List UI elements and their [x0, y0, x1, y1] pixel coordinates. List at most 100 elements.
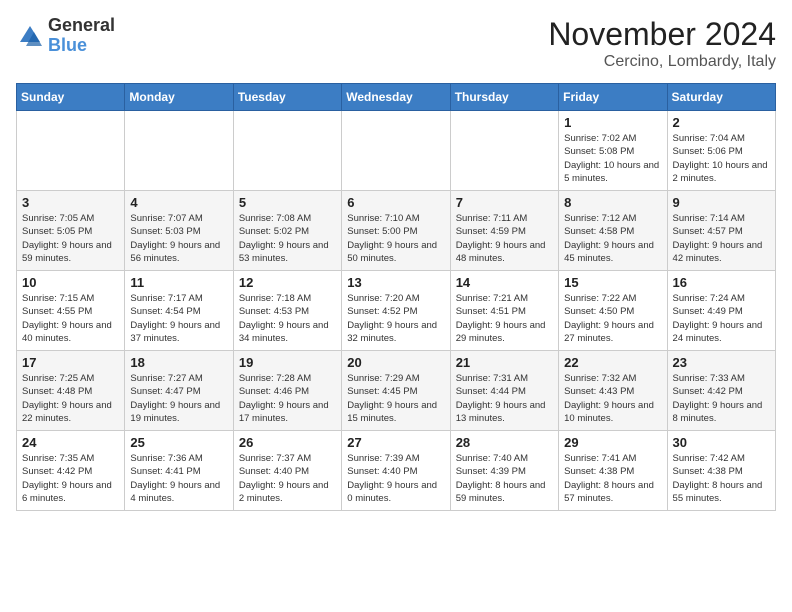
day-number: 10 — [22, 275, 119, 290]
header: General Blue November 2024 Cercino, Lomb… — [16, 16, 776, 71]
day-number: 9 — [673, 195, 770, 210]
day-info: Sunrise: 7:27 AM Sunset: 4:47 PM Dayligh… — [130, 372, 227, 425]
day-info: Sunrise: 7:25 AM Sunset: 4:48 PM Dayligh… — [22, 372, 119, 425]
logo-text-general: General — [48, 15, 115, 35]
calendar-cell — [125, 111, 233, 191]
week-row-1: 3 Sunrise: 7:05 AM Sunset: 5:05 PM Daylig… — [17, 191, 776, 271]
month-title: November 2024 — [548, 16, 776, 53]
calendar-cell: 17 Sunrise: 7:25 AM Sunset: 4:48 PM Dayli… — [17, 351, 125, 431]
header-day-thursday: Thursday — [450, 84, 558, 111]
calendar-cell: 12Sunrise: 7:18 AM Sunset: 4:53 PM Dayli… — [233, 271, 341, 351]
day-info: Sunrise: 7:02 AM Sunset: 5:08 PM Dayligh… — [564, 132, 661, 185]
location-title: Cercino, Lombardy, Italy — [548, 53, 776, 71]
day-number: 30 — [673, 435, 770, 450]
calendar-cell: 29 Sunrise: 7:41 AM Sunset: 4:38 PM Dayli… — [559, 431, 667, 511]
calendar-cell — [450, 111, 558, 191]
day-number: 29 — [564, 435, 661, 450]
day-info: Sunrise: 7:11 AM Sunset: 4:59 PM Dayligh… — [456, 212, 553, 265]
week-row-2: 10Sunrise: 7:15 AM Sunset: 4:55 PM Dayli… — [17, 271, 776, 351]
calendar-cell: 13 Sunrise: 7:20 AM Sunset: 4:52 PM Dayli… — [342, 271, 450, 351]
calendar-cell: 18 Sunrise: 7:27 AM Sunset: 4:47 PM Dayli… — [125, 351, 233, 431]
day-number: 6 — [347, 195, 444, 210]
calendar-cell: 26 Sunrise: 7:37 AM Sunset: 4:40 PM Dayli… — [233, 431, 341, 511]
day-number: 28 — [456, 435, 553, 450]
header-day-tuesday: Tuesday — [233, 84, 341, 111]
day-number: 27 — [347, 435, 444, 450]
calendar-cell: 24 Sunrise: 7:35 AM Sunset: 4:42 PM Dayli… — [17, 431, 125, 511]
day-number: 24 — [22, 435, 119, 450]
calendar-cell: 7 Sunrise: 7:11 AM Sunset: 4:59 PM Daylig… — [450, 191, 558, 271]
header-day-saturday: Saturday — [667, 84, 775, 111]
day-info: Sunrise: 7:35 AM Sunset: 4:42 PM Dayligh… — [22, 452, 119, 505]
calendar-cell: 16Sunrise: 7:24 AM Sunset: 4:49 PM Dayli… — [667, 271, 775, 351]
week-row-3: 17 Sunrise: 7:25 AM Sunset: 4:48 PM Dayli… — [17, 351, 776, 431]
day-number: 4 — [130, 195, 227, 210]
calendar-cell: 21 Sunrise: 7:31 AM Sunset: 4:44 PM Dayli… — [450, 351, 558, 431]
week-row-4: 24 Sunrise: 7:35 AM Sunset: 4:42 PM Dayli… — [17, 431, 776, 511]
day-number: 22 — [564, 355, 661, 370]
day-number: 11 — [130, 275, 227, 290]
day-info: Sunrise: 7:28 AM Sunset: 4:46 PM Dayligh… — [239, 372, 336, 425]
day-info: Sunrise: 7:08 AM Sunset: 5:02 PM Dayligh… — [239, 212, 336, 265]
header-day-sunday: Sunday — [17, 84, 125, 111]
calendar-cell: 4 Sunrise: 7:07 AM Sunset: 5:03 PM Daylig… — [125, 191, 233, 271]
day-number: 15 — [564, 275, 661, 290]
day-number: 21 — [456, 355, 553, 370]
calendar-cell: 27 Sunrise: 7:39 AM Sunset: 4:40 PM Dayli… — [342, 431, 450, 511]
calendar-cell: 2Sunrise: 7:04 AM Sunset: 5:06 PM Daylig… — [667, 111, 775, 191]
day-number: 16 — [673, 275, 770, 290]
calendar-cell: 9Sunrise: 7:14 AM Sunset: 4:57 PM Daylig… — [667, 191, 775, 271]
calendar-cell: 25Sunrise: 7:36 AM Sunset: 4:41 PM Dayli… — [125, 431, 233, 511]
day-number: 13 — [347, 275, 444, 290]
day-number: 3 — [22, 195, 119, 210]
calendar-cell: 5 Sunrise: 7:08 AM Sunset: 5:02 PM Daylig… — [233, 191, 341, 271]
day-info: Sunrise: 7:10 AM Sunset: 5:00 PM Dayligh… — [347, 212, 444, 265]
calendar-cell: 1 Sunrise: 7:02 AM Sunset: 5:08 PM Daylig… — [559, 111, 667, 191]
logo-text-blue: Blue — [48, 35, 87, 55]
day-info: Sunrise: 7:20 AM Sunset: 4:52 PM Dayligh… — [347, 292, 444, 345]
day-number: 17 — [22, 355, 119, 370]
calendar-cell: 14Sunrise: 7:21 AM Sunset: 4:51 PM Dayli… — [450, 271, 558, 351]
logo: General Blue — [16, 16, 115, 56]
calendar-cell — [17, 111, 125, 191]
day-info: Sunrise: 7:32 AM Sunset: 4:43 PM Dayligh… — [564, 372, 661, 425]
day-info: Sunrise: 7:18 AM Sunset: 4:53 PM Dayligh… — [239, 292, 336, 345]
header-day-friday: Friday — [559, 84, 667, 111]
day-info: Sunrise: 7:22 AM Sunset: 4:50 PM Dayligh… — [564, 292, 661, 345]
day-info: Sunrise: 7:07 AM Sunset: 5:03 PM Dayligh… — [130, 212, 227, 265]
day-info: Sunrise: 7:31 AM Sunset: 4:44 PM Dayligh… — [456, 372, 553, 425]
day-number: 7 — [456, 195, 553, 210]
title-area: November 2024 Cercino, Lombardy, Italy — [548, 16, 776, 71]
calendar-cell: 6 Sunrise: 7:10 AM Sunset: 5:00 PM Daylig… — [342, 191, 450, 271]
day-number: 5 — [239, 195, 336, 210]
week-row-0: 1 Sunrise: 7:02 AM Sunset: 5:08 PM Daylig… — [17, 111, 776, 191]
calendar-cell — [342, 111, 450, 191]
day-number: 2 — [673, 115, 770, 130]
day-number: 1 — [564, 115, 661, 130]
calendar-cell: 11 Sunrise: 7:17 AM Sunset: 4:54 PM Dayli… — [125, 271, 233, 351]
day-number: 23 — [673, 355, 770, 370]
day-info: Sunrise: 7:05 AM Sunset: 5:05 PM Dayligh… — [22, 212, 119, 265]
logo-icon — [16, 22, 44, 50]
header-day-monday: Monday — [125, 84, 233, 111]
calendar-header-row: SundayMondayTuesdayWednesdayThursdayFrid… — [17, 84, 776, 111]
day-info: Sunrise: 7:39 AM Sunset: 4:40 PM Dayligh… — [347, 452, 444, 505]
day-number: 20 — [347, 355, 444, 370]
day-info: Sunrise: 7:41 AM Sunset: 4:38 PM Dayligh… — [564, 452, 661, 505]
day-info: Sunrise: 7:42 AM Sunset: 4:38 PM Dayligh… — [673, 452, 770, 505]
calendar-cell: 15 Sunrise: 7:22 AM Sunset: 4:50 PM Dayli… — [559, 271, 667, 351]
day-info: Sunrise: 7:29 AM Sunset: 4:45 PM Dayligh… — [347, 372, 444, 425]
day-info: Sunrise: 7:21 AM Sunset: 4:51 PM Dayligh… — [456, 292, 553, 345]
day-info: Sunrise: 7:33 AM Sunset: 4:42 PM Dayligh… — [673, 372, 770, 425]
day-info: Sunrise: 7:37 AM Sunset: 4:40 PM Dayligh… — [239, 452, 336, 505]
calendar-cell — [233, 111, 341, 191]
day-number: 8 — [564, 195, 661, 210]
calendar-cell: 23 Sunrise: 7:33 AM Sunset: 4:42 PM Dayli… — [667, 351, 775, 431]
day-info: Sunrise: 7:36 AM Sunset: 4:41 PM Dayligh… — [130, 452, 227, 505]
calendar-cell: 3 Sunrise: 7:05 AM Sunset: 5:05 PM Daylig… — [17, 191, 125, 271]
day-number: 26 — [239, 435, 336, 450]
day-number: 18 — [130, 355, 227, 370]
day-info: Sunrise: 7:17 AM Sunset: 4:54 PM Dayligh… — [130, 292, 227, 345]
day-info: Sunrise: 7:40 AM Sunset: 4:39 PM Dayligh… — [456, 452, 553, 505]
calendar-cell: 22 Sunrise: 7:32 AM Sunset: 4:43 PM Dayli… — [559, 351, 667, 431]
